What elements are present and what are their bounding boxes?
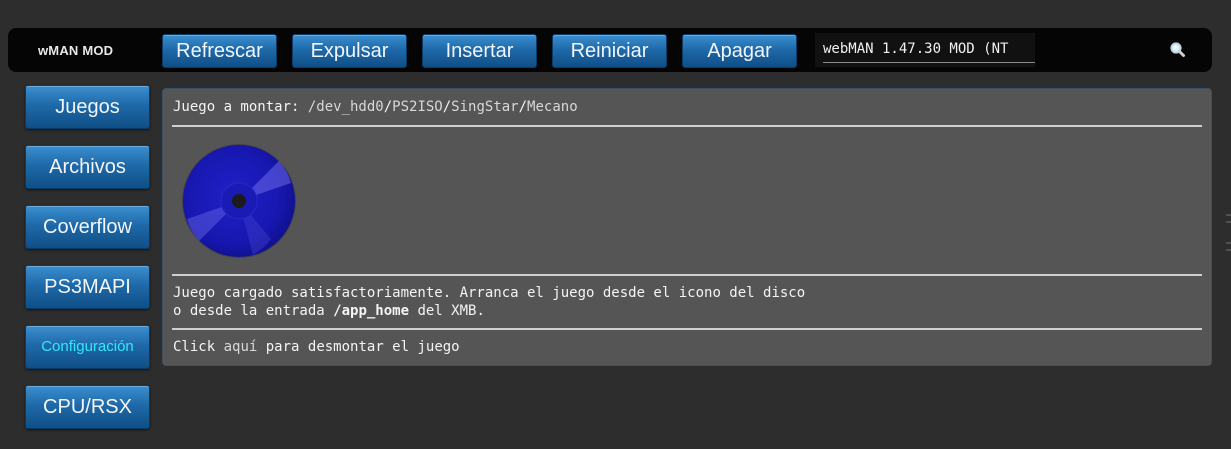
- success-message-line-2: o desde la entrada /app_home del XMB.: [173, 303, 485, 319]
- message-suffix: del XMB.: [409, 303, 485, 319]
- path-link-singstar[interactable]: SingStar: [451, 99, 518, 115]
- message-prefix: o desde la entrada: [173, 303, 334, 319]
- mount-label: Juego a montar:: [173, 99, 308, 115]
- sidebar-item-ps3mapi[interactable]: PS3MAPI: [25, 265, 150, 309]
- brand-title: wMAN MOD: [38, 43, 114, 58]
- version-field[interactable]: webMAN 1.47.30 MOD (NT: [815, 33, 1035, 67]
- version-text: webMAN 1.47.30 MOD (NT: [823, 41, 1009, 57]
- refresh-button[interactable]: Refrescar: [162, 34, 277, 68]
- sidebar-item-cpu-rsx[interactable]: CPU/RSX: [25, 385, 150, 429]
- divider: [172, 274, 1202, 276]
- sidebar-item-coverflow[interactable]: Coverflow: [25, 205, 150, 249]
- success-message-line-1: Juego cargado satisfactoriamente. Arranc…: [173, 285, 806, 301]
- restart-button[interactable]: Reiniciar: [552, 34, 667, 68]
- sidebar-item-archivos[interactable]: Archivos: [25, 145, 150, 189]
- mount-panel: Juego a montar: /dev_hdd0/PS2ISO/SingSta…: [162, 88, 1212, 366]
- sidebar-item-juegos[interactable]: Juegos: [25, 85, 150, 129]
- unmount-rest-text: para desmontar el juego: [257, 339, 460, 355]
- path-separator: /: [442, 99, 452, 115]
- divider: [172, 125, 1202, 127]
- scroll-edge-marks: [1226, 214, 1231, 251]
- mount-path-line: Juego a montar: /dev_hdd0/PS2ISO/SingSta…: [173, 99, 578, 115]
- insert-button[interactable]: Insertar: [422, 34, 537, 68]
- disc-icon[interactable]: [179, 141, 299, 261]
- divider: [172, 328, 1202, 330]
- path-link-mecano[interactable]: Mecano: [527, 99, 578, 115]
- unmount-click-text: Click: [173, 339, 216, 355]
- unmount-link[interactable]: aquí: [215, 339, 258, 355]
- path-link-ps2iso[interactable]: PS2ISO: [392, 99, 443, 115]
- search-icon[interactable]: [1169, 41, 1187, 59]
- shutdown-button[interactable]: Apagar: [682, 34, 797, 68]
- unmount-line: Click aquí para desmontar el juego: [173, 339, 460, 355]
- path-separator: /: [383, 99, 393, 115]
- sidebar-item-configuracion[interactable]: Configuración: [25, 325, 150, 369]
- app-home-path: /app_home: [333, 303, 410, 319]
- path-link-root[interactable]: /dev_hdd0: [308, 99, 384, 115]
- path-separator: /: [518, 99, 528, 115]
- top-toolbar: wMAN MOD Refrescar Expulsar Insertar Rei…: [8, 28, 1212, 72]
- version-underline: [823, 62, 1035, 63]
- eject-button[interactable]: Expulsar: [292, 34, 407, 68]
